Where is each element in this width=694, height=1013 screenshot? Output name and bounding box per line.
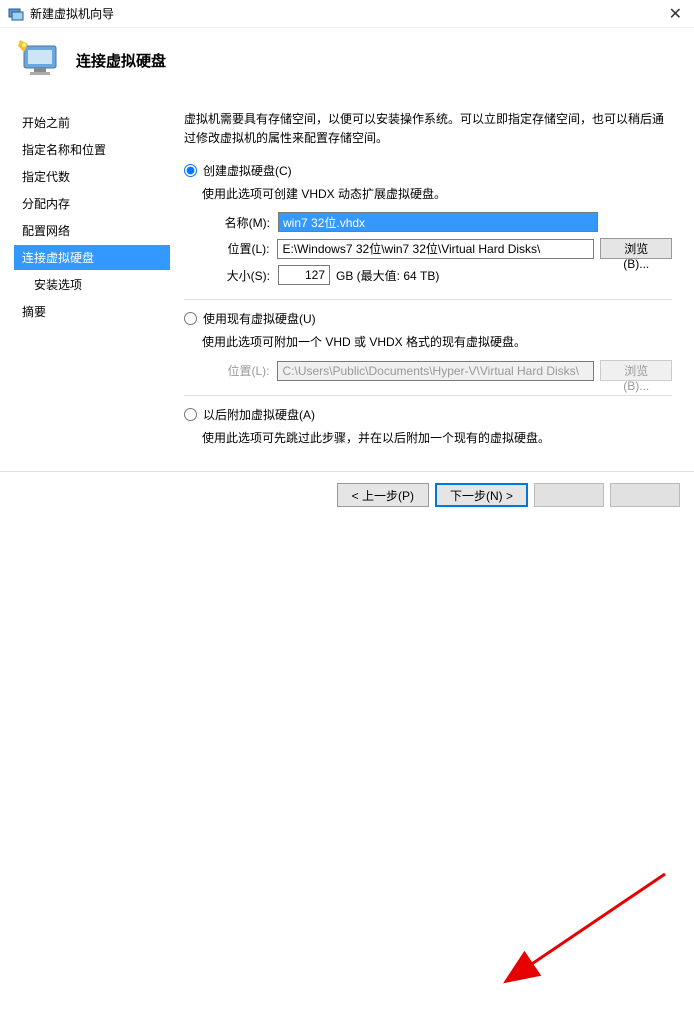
wizard-header: 连接虚拟硬盘: [0, 28, 694, 96]
radio-create[interactable]: [184, 164, 197, 177]
existing-browse-button: 浏览(B)...: [600, 360, 672, 381]
sidebar-item-network[interactable]: 配置网络: [14, 218, 170, 243]
sidebar-item-summary[interactable]: 摘要: [14, 299, 170, 324]
wizard-icon: [16, 36, 64, 84]
sidebar-item-name[interactable]: 指定名称和位置: [14, 137, 170, 162]
radio-create-label: 创建虚拟硬盘(C): [203, 162, 292, 179]
sidebar-item-disk[interactable]: 连接虚拟硬盘: [14, 245, 170, 270]
footer-btn-1[interactable]: [534, 483, 604, 507]
location-input[interactable]: [277, 239, 594, 259]
close-button[interactable]: ✕: [665, 4, 686, 24]
opt3-desc: 使用此选项可先跳过此步骤，并在以后附加一个现有的虚拟硬盘。: [202, 429, 672, 446]
sidebar-item-memory[interactable]: 分配内存: [14, 191, 170, 216]
separator: [184, 299, 672, 300]
existing-loc-input: [277, 361, 594, 381]
titlebar: 新建虚拟机向导 ✕: [0, 0, 694, 28]
size-suffix: GB (最大值: 64 TB): [336, 267, 439, 284]
intro-text: 虚拟机需要具有存储空间，以便可以安装操作系统。可以立即指定存储空间，也可以稍后通…: [184, 110, 672, 148]
size-label: 大小(S):: [216, 267, 270, 284]
sidebar-item-install[interactable]: 安装选项: [14, 272, 170, 297]
location-label: 位置(L):: [216, 240, 269, 257]
name-label: 名称(M):: [216, 214, 270, 231]
footer: < 上一步(P) 下一步(N) >: [0, 471, 694, 517]
page-title: 连接虚拟硬盘: [76, 50, 166, 71]
size-input[interactable]: [278, 265, 330, 285]
radio-existing[interactable]: [184, 312, 197, 325]
sidebar: 开始之前 指定名称和位置 指定代数 分配内存 配置网络 连接虚拟硬盘 安装选项 …: [0, 96, 170, 496]
opt1-desc: 使用此选项可创建 VHDX 动态扩展虚拟硬盘。: [202, 185, 672, 202]
app-icon: [8, 6, 24, 22]
next-button[interactable]: 下一步(N) >: [435, 483, 528, 507]
separator2: [184, 395, 672, 396]
annotation-arrow: [0, 496, 694, 1013]
radio-later[interactable]: [184, 408, 197, 421]
browse-button[interactable]: 浏览(B)...: [600, 238, 672, 259]
footer-btn-2[interactable]: [610, 483, 680, 507]
opt2-desc: 使用此选项可附加一个 VHD 或 VHDX 格式的现有虚拟硬盘。: [202, 333, 672, 350]
name-input[interactable]: [278, 212, 598, 232]
content-pane: 虚拟机需要具有存储空间，以便可以安装操作系统。可以立即指定存储空间，也可以稍后通…: [170, 96, 694, 496]
radio-later-label: 以后附加虚拟硬盘(A): [203, 406, 315, 423]
sidebar-item-generation[interactable]: 指定代数: [14, 164, 170, 189]
existing-loc-label: 位置(L):: [216, 362, 269, 379]
prev-button[interactable]: < 上一步(P): [337, 483, 429, 507]
window-title: 新建虚拟机向导: [30, 5, 665, 22]
radio-existing-label: 使用现有虚拟硬盘(U): [203, 310, 316, 327]
sidebar-item-start[interactable]: 开始之前: [14, 110, 170, 135]
